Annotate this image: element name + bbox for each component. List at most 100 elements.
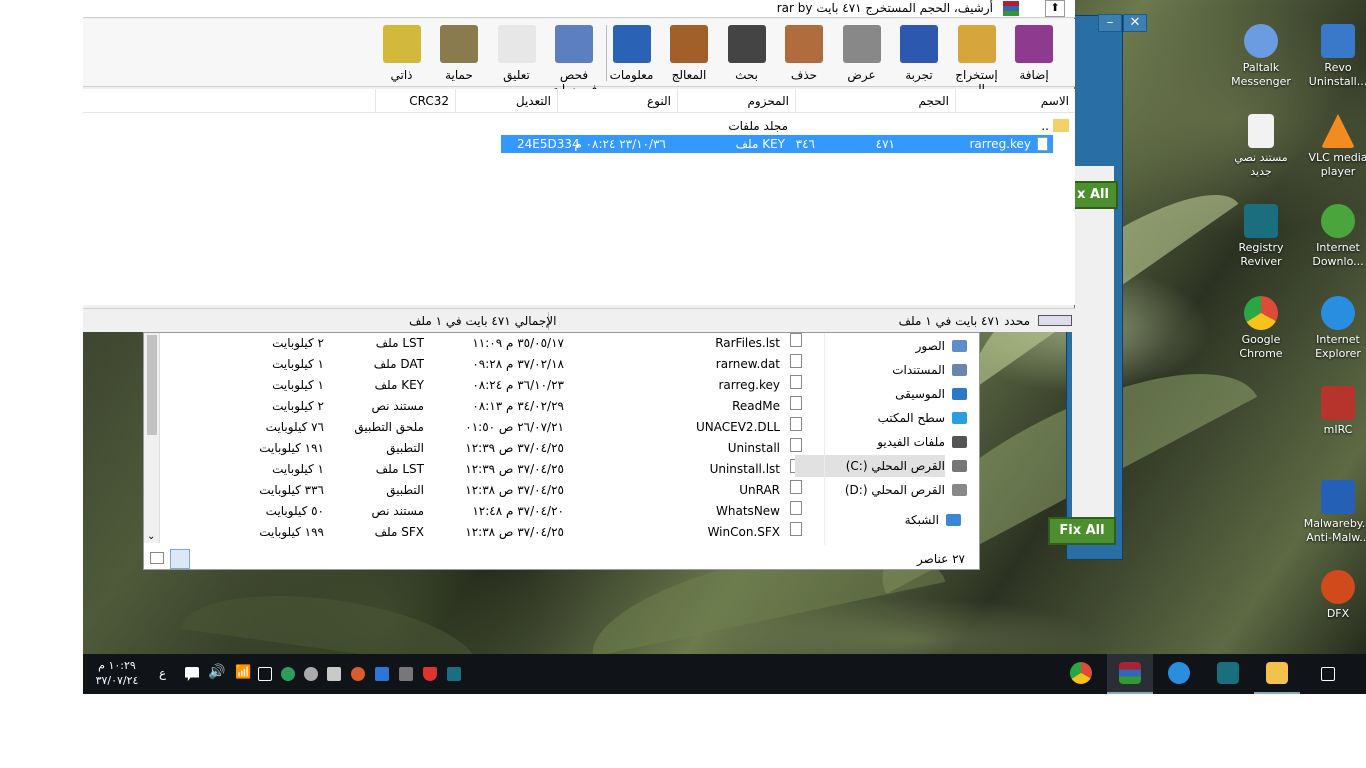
nav-item-3[interactable]: سطح المكتب: [795, 407, 967, 429]
toolbar-button-8[interactable]: فحص فيروسات: [543, 25, 605, 96]
nav-item-4[interactable]: ملفات الفيديو: [795, 431, 967, 453]
onedrive-icon[interactable]: [304, 667, 318, 681]
column-header-4[interactable]: التعديل: [455, 89, 557, 113]
row-type: التطبيق: [386, 483, 424, 497]
desktop-icon-chrome[interactable]: Google Chrome: [1226, 296, 1296, 361]
column-header-1[interactable]: الحجم: [795, 89, 955, 113]
registry-reviver-icon: [1217, 662, 1239, 684]
shield-icon[interactable]: [423, 667, 437, 681]
registry-reviver-tray-icon[interactable]: [447, 667, 461, 681]
table-row[interactable]: RarFiles.lst ٣٥/٠٥/١٧ م ١١:٠٩ ملف LST ٢ كيل…: [164, 333, 804, 354]
selected-crc: 24E5D334: [517, 137, 580, 151]
row-size: ١ كيلوبايت: [272, 378, 324, 392]
tray-app-icon-3[interactable]: [351, 667, 365, 681]
input-language[interactable]: ع: [159, 666, 166, 680]
nav-label: الموسيقى: [895, 387, 945, 401]
table-row[interactable]: Uninstall ٣٧/٠٤/٢٥ ص ١٢:٣٩ التطبيق ١٩١ كيلو…: [164, 438, 804, 459]
network-icon[interactable]: 📶: [235, 665, 251, 680]
view-details-button[interactable]: [170, 549, 190, 569]
row-name: WhatsNew: [716, 504, 780, 518]
scroll-down-icon[interactable]: ⌄: [147, 531, 155, 542]
nav-label: ملفات الفيديو: [877, 435, 945, 449]
minimize-button[interactable]: –: [1098, 14, 1122, 32]
toolbar-button-4[interactable]: حذف: [773, 25, 835, 82]
desktop-icon-mirc[interactable]: mIRC: [1303, 386, 1366, 437]
desktop-icon-dfx[interactable]: DFX: [1303, 570, 1366, 621]
task-view-icon[interactable]: [1321, 667, 1335, 681]
power-icon[interactable]: [258, 667, 272, 681]
table-row[interactable]: rarnew.dat ٣٧/٠٢/١٨ م ٠٩:٢٨ ملف DAT ١ كيلوب…: [164, 354, 804, 375]
table-row[interactable]: UNACEV2.DLL ٢٦/٠٧/٢١ ص ٠١:٥٠ ملحق التطبيق ٧…: [164, 417, 804, 438]
column-header-2[interactable]: المحزوم: [677, 89, 795, 113]
title-bar[interactable]: rar by أرشيف، الحجم المستخرج ٤٧١ بايت ⬆: [83, 0, 1075, 18]
table-row[interactable]: WinCon.SFX ٣٧/٠٤/٢٥ ص ١٢:٣٨ ملف SFX ١٩٩ كيل…: [164, 522, 804, 543]
desktop-icon-malwarebytes[interactable]: Malwareby... Anti-Malw...: [1303, 480, 1366, 545]
fix-all-button[interactable]: Fix All: [1048, 517, 1116, 545]
nav-label: الصور: [915, 339, 945, 353]
nav-icon: [946, 514, 961, 526]
table-row[interactable]: rarreg.key ٣٦/١٠/٢٣ م ٠٨:٢٤ ملف KEY ١ كيلوب…: [164, 375, 804, 396]
desktop-icon-new-text[interactable]: مستند نصي جديد: [1226, 114, 1296, 179]
list-row-selected[interactable]: rarreg.key ٤٧١ ٣٤٦ ملف KEY ٢٣/١٠/٣٦ ٠٨:٢…: [501, 135, 1053, 153]
nav-item-1[interactable]: المستندات: [795, 359, 967, 381]
list-row-parent[interactable]: .. مجلد ملفات: [83, 117, 1075, 135]
explorer-scrollbar[interactable]: ⌄: [144, 333, 160, 543]
toolbar-button-11[interactable]: ذاتي: [371, 25, 433, 82]
fix-all-button-top[interactable]: x All: [1068, 181, 1118, 209]
row-type: ملف LST: [375, 462, 424, 476]
toolbar-button-2[interactable]: تجربة: [888, 25, 950, 82]
winrar-window[interactable]: rar by أرشيف، الحجم المستخرج ٤٧١ بايت ⬆ …: [83, 0, 1075, 332]
table-row[interactable]: ReadMe ٣٤/٠٢/٢٩ م ٠٨:١٣ مستند نص ٢ كيلوبايت: [164, 396, 804, 417]
up-folder-button[interactable]: ⬆: [1045, 0, 1065, 17]
file-explorer-window[interactable]: ⌄ RarFiles.lst ٣٥/٠٥/١٧ م ١١:٠٩ ملف LST ٢ ك…: [143, 332, 980, 570]
taskbar-chrome[interactable]: [1058, 654, 1104, 694]
view-icons-button[interactable]: [150, 552, 164, 564]
toolbar-button-0[interactable]: إضافة: [1003, 25, 1065, 82]
desktop-icon-idm[interactable]: Internet Downlo...: [1303, 204, 1366, 269]
toolbar-button-3[interactable]: عرض: [831, 25, 893, 82]
desktop-icon-revo[interactable]: Revo Uninstall...: [1303, 24, 1366, 89]
clock[interactable]: ١٠:٢٩ م ٣٧/٠٧/٢٤: [91, 658, 143, 688]
status-selected: محدد ٤٧١ بايت في ١ ملف: [898, 314, 1030, 328]
desktop-icon-registry-reviver[interactable]: Registry Reviver: [1226, 204, 1296, 269]
taskbar-explorer[interactable]: [1254, 654, 1300, 694]
tray-app-icon-1[interactable]: [281, 667, 295, 681]
column-header-0[interactable]: الاسم: [955, 89, 1075, 113]
row-type: مستند نص: [371, 504, 424, 518]
toolbar-button-6[interactable]: المعالج: [658, 25, 720, 82]
toolbar-button-1[interactable]: إستخراج إلى: [946, 25, 1008, 96]
desktop-icon-ie[interactable]: Internet Explorer: [1303, 296, 1366, 361]
table-row[interactable]: UnRAR ٣٧/٠٤/٢٥ ص ١٢:٣٨ التطبيق ٣٣٦ كيلوبايت: [164, 480, 804, 501]
action-center-icon[interactable]: [185, 667, 199, 681]
taskbar-ie[interactable]: [1156, 654, 1202, 694]
nav-item-2[interactable]: الموسيقى: [795, 383, 967, 405]
nav-item-7[interactable]: الشبكة: [789, 509, 961, 531]
column-header-5[interactable]: CRC32: [375, 89, 455, 113]
row-date: ٣٧/٠٤/٢٥ ص ١٢:٣٩: [465, 441, 564, 455]
toolbar-button-10[interactable]: حماية: [428, 25, 490, 82]
close-button[interactable]: ✕: [1123, 14, 1147, 32]
nav-label: المستندات: [892, 363, 945, 377]
table-row[interactable]: Uninstall.lst ٣٧/٠٤/٢٥ ص ١٢:٣٩ ملف LST ١ كي…: [164, 459, 804, 480]
tray-app-icon-4[interactable]: [375, 667, 389, 681]
taskbar-winrar[interactable]: [1107, 654, 1153, 694]
nav-item-6[interactable]: القرص المحلي (:D): [795, 479, 967, 501]
column-header-3[interactable]: النوع: [557, 89, 677, 113]
scrollbar-thumb[interactable]: [147, 335, 157, 435]
volume-icon[interactable]: 🔊: [208, 664, 225, 680]
desktop-icon-vlc[interactable]: VLC media player: [1303, 114, 1366, 179]
table-row[interactable]: WhatsNew ٣٧/٠٤/٢٠ م ١٢:٤٨ مستند نص ٥٠ كيلوب…: [164, 501, 804, 522]
nav-item-5[interactable]: القرص المحلي (:C): [795, 455, 967, 477]
toolbar-button-7[interactable]: معلومات: [601, 25, 663, 82]
tray-app-icon-2[interactable]: [327, 667, 341, 681]
nav-icon: [952, 364, 967, 376]
toolbar-button-9[interactable]: تعليق: [486, 25, 548, 82]
nav-item-0[interactable]: الصور: [795, 335, 967, 357]
dfx-icon: [1321, 570, 1355, 604]
row-size: ١٩١ كيلوبايت: [259, 441, 324, 455]
toolbar-button-5[interactable]: بحث: [716, 25, 778, 82]
desktop-icon-paltalk[interactable]: Paltalk Messenger: [1226, 24, 1296, 89]
taskbar-registry-reviver[interactable]: [1205, 654, 1251, 694]
tray-app-icon-5[interactable]: [399, 667, 413, 681]
file-list[interactable]: .. مجلد ملفات rarreg.key ٤٧١ ٣٤٦ ملف KEY…: [83, 113, 1075, 305]
